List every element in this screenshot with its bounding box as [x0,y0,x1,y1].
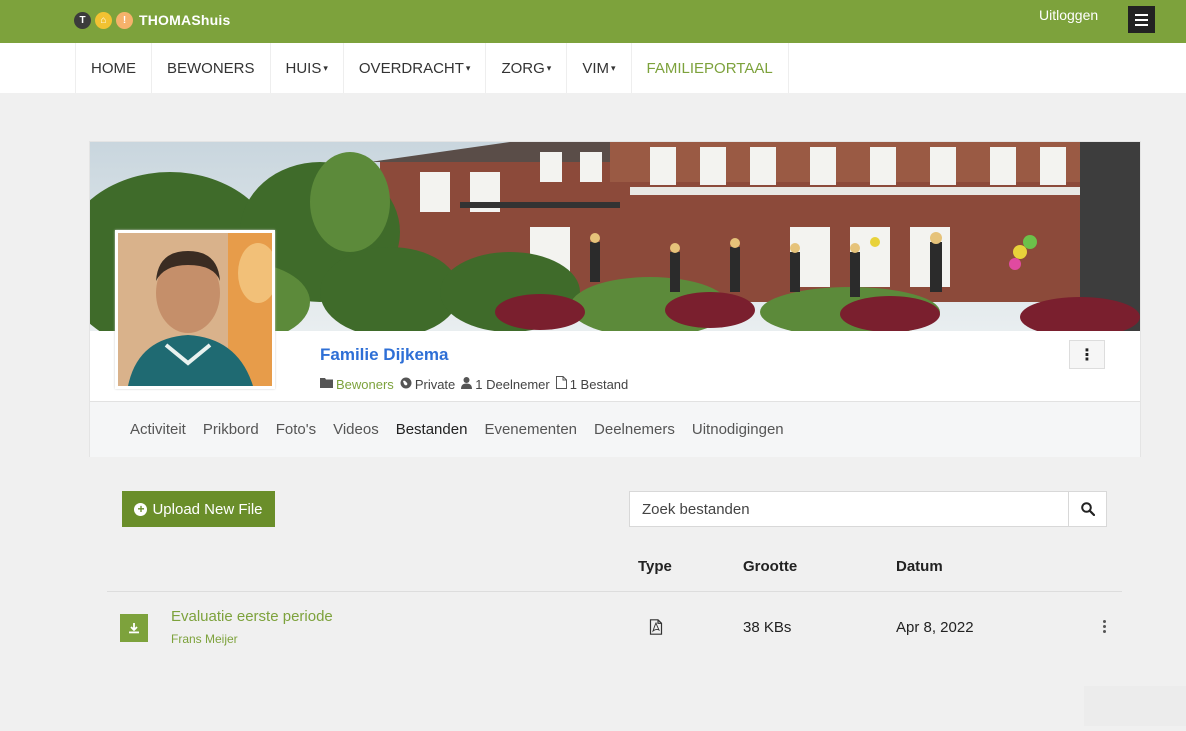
tab-evenementen[interactable]: Evenementen [484,421,577,438]
logo[interactable]: T ⌂ ! THOMAShuis [74,10,230,30]
group-members[interactable]: 1 Deelnemer [475,377,549,392]
nav-item-huis[interactable]: HUIS ▾ [269,43,343,93]
avatar[interactable] [115,230,275,389]
group-category-link[interactable]: Bewoners [336,377,394,392]
group-name[interactable]: Familie Dijkema [320,345,449,365]
caret-down-icon: ▾ [546,62,552,73]
group-files[interactable]: 1 Bestand [570,377,629,392]
row-options-icon[interactable] [1098,616,1110,636]
nav-item-home[interactable]: HOME [75,43,151,93]
pdf-icon [649,619,663,640]
file-size: 38 KBs [743,619,792,636]
column-header-date[interactable]: Datum [896,558,943,575]
tab-videos[interactable]: Videos [333,421,379,438]
group-tabs: Activiteit Prikbord Foto's Videos Bestan… [90,401,1140,457]
search-button[interactable] [1068,492,1106,526]
group-meta: Bewoners Private 1 Deelnemer 1 Bestand [320,376,628,392]
plus-circle-icon: + [134,502,148,516]
upload-file-label: Upload New File [152,500,263,518]
column-header-size[interactable]: Grootte [743,558,797,575]
tab-uitnodigingen[interactable]: Uitnodigingen [692,421,784,438]
nav-item-familieportaal[interactable]: FAMILIEPORTAAL [630,43,789,93]
tab-prikbord[interactable]: Prikbord [203,421,259,438]
group-card: Familie Dijkema Bewoners Private 1 Deeln… [89,141,1141,457]
column-header-type[interactable]: Type [638,558,672,575]
tab-activiteit[interactable]: Activiteit [130,421,186,438]
top-bar: T ⌂ ! THOMAShuis Uitloggen [0,0,1186,43]
tab-bestanden[interactable]: Bestanden [396,421,468,438]
file-icon [555,376,567,392]
download-icon[interactable] [120,614,148,642]
corner-overlay [1084,686,1186,726]
user-icon [461,376,473,392]
caret-down-icon: ▾ [465,62,471,73]
file-name-link[interactable]: Evaluatie eerste periode [171,608,333,625]
hamburger-menu-icon[interactable] [1128,6,1155,33]
nav-item-zorg[interactable]: ZORG ▾ [485,43,566,93]
logo-mark-house: ⌂ [95,11,112,29]
tab-deelnemers[interactable]: Deelnemers [594,421,675,438]
main-nav: HOME BEWONERS HUIS ▾ OVERDRACHT ▾ ZORG ▾ VI… [0,43,1186,93]
globe-icon [400,377,412,392]
caret-down-icon: ▾ [323,62,328,73]
upload-file-button[interactable]: + Upload New File [122,491,275,527]
nav-item-overdracht[interactable]: OVERDRACHT ▾ [342,43,486,93]
file-search [629,491,1107,527]
table-divider [107,591,1122,592]
brand-name: THOMAShuis [139,12,231,28]
caret-down-icon: ▾ [610,62,616,73]
search-icon [1080,502,1095,516]
logout-link[interactable]: Uitloggen [1039,7,1098,23]
group-privacy: Private [414,376,456,392]
file-owner-link[interactable]: Frans Meijer [171,632,238,646]
logo-mark-t: T [74,11,91,29]
folder-icon [320,377,333,391]
search-input[interactable] [630,492,1068,526]
tab-fotos[interactable]: Foto's [276,421,316,438]
file-date: Apr 8, 2022 [896,619,974,636]
nav-item-vim[interactable]: VIM ▾ [566,43,630,93]
logo-mark-exclaim: ! [116,11,133,29]
nav-item-bewoners[interactable]: BEWONERS [151,43,270,93]
group-options-button[interactable]: ⋮ [1069,340,1105,369]
